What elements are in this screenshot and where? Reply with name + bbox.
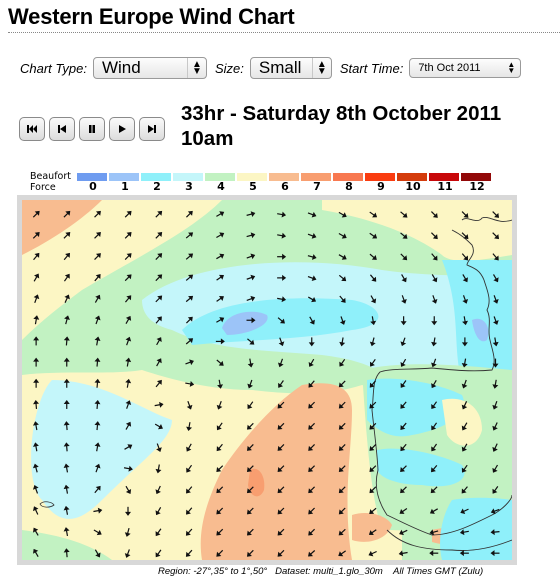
first-frame-button[interactable] [19,117,45,141]
legend-number-force-3: 3 [185,180,193,193]
wind-map-canvas [22,200,512,560]
select-updown-icon: ▲ ▼ [311,58,331,78]
play-button[interactable] [109,117,135,141]
pause-button[interactable] [79,117,105,141]
size-label: Size: [214,60,244,76]
map-caption: Region: -27°,35° to 1°,50° Dataset: mult… [158,566,484,577]
legend-number-force-6: 6 [281,180,289,193]
legend-number-force-5: 5 [249,180,257,193]
legend-label-force: Force [30,182,56,193]
legend-number-force-2: 2 [153,180,161,193]
step-forward-icon [148,125,156,133]
wind-map[interactable] [22,200,512,560]
chart-type-value: Wind [101,58,141,77]
legend-number-force-10: 10 [405,180,421,193]
next-frame-button[interactable] [139,117,165,141]
pause-icon [89,125,95,133]
legend-number-force-1: 1 [121,180,129,193]
play-icon [119,125,126,133]
step-back-icon [58,125,66,133]
select-updown-icon: ▲ ▼ [507,60,516,75]
legend-number-force-7: 7 [313,180,321,193]
forecast-timestamp: 33hr - Saturday 8th October 2011 10am [181,102,502,150]
page-title: Western Europe Wind Chart [8,4,295,29]
legend-number-force-12: 12 [469,180,485,193]
chart-type-label: Chart Type: [20,60,87,76]
legend-number-force-11: 11 [437,180,453,193]
size-value: Small [258,58,302,77]
legend-numbers: 0 1 2 3 4 5 6 7 8 9 10 11 12 [77,180,493,193]
legend-number-force-0: 0 [89,180,97,193]
previous-frame-button[interactable] [49,117,75,141]
select-updown-icon: ▲ ▼ [186,58,206,78]
title-divider [8,32,560,33]
size-select[interactable]: Small ▲ ▼ [249,57,332,79]
animation-player [19,117,169,141]
legend-label-beaufort: Beaufort [30,171,71,182]
legend-number-force-9: 9 [377,180,385,193]
band-force-2-mediterranean [440,497,512,560]
chart-type-select[interactable]: Wind ▲ ▼ [92,57,207,79]
map-frame [17,195,517,565]
legend-number-force-8: 8 [345,180,353,193]
legend-number-force-4: 4 [217,180,225,193]
skip-to-start-icon [27,125,37,133]
start-time-value: 7th Oct 2011 [418,62,481,74]
chart-controls: Chart Type: Wind ▲ ▼ Size: Small ▲ ▼ Start… [20,55,529,81]
start-time-label: Start Time: [339,60,404,76]
start-time-select[interactable]: 7th Oct 2011 ▲ ▼ [409,58,522,78]
